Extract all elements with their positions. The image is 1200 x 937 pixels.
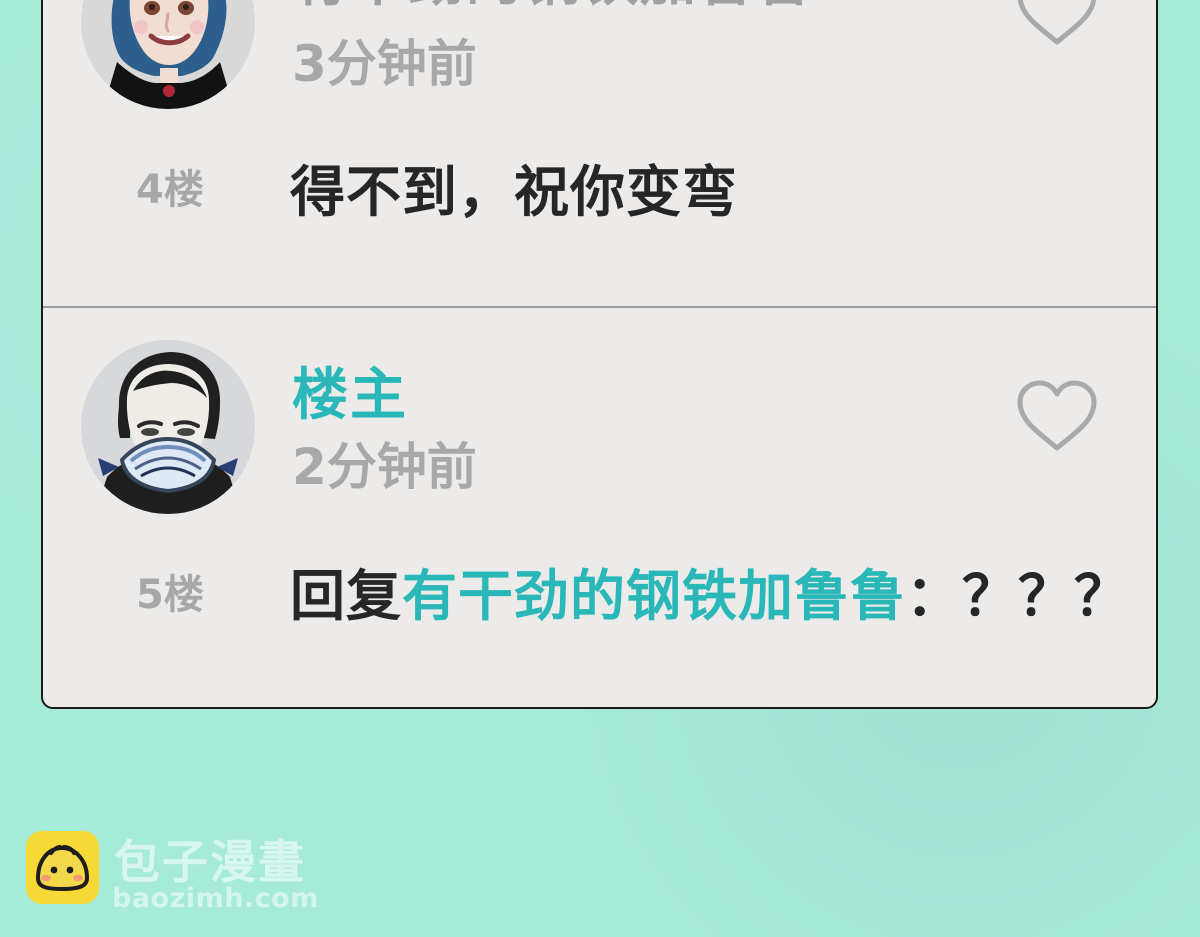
comment-card: 有干劲的钢铁加鲁鲁 3分钟前 4楼 得不到，祝你变弯 bbox=[41, 0, 1158, 709]
avatar[interactable] bbox=[81, 340, 255, 514]
comment-content: 回复有干劲的钢铁加鲁鲁：？？？ bbox=[290, 569, 1130, 624]
heart-icon bbox=[1017, 0, 1097, 45]
site-watermark: 包子漫畫 baozimh.com bbox=[26, 831, 326, 921]
reply-prefix: 回复 bbox=[290, 564, 403, 628]
girl-avatar-icon bbox=[81, 0, 255, 109]
avatar[interactable] bbox=[81, 0, 255, 109]
watermark-title: 包子漫畫 bbox=[114, 835, 306, 889]
comment-floor: 5楼 bbox=[136, 572, 204, 618]
comment-time: 3分钟前 bbox=[292, 35, 477, 93]
heart-icon bbox=[1017, 380, 1097, 451]
watermark-subtitle: baozimh.com bbox=[112, 883, 319, 914]
masked-man-avatar-icon bbox=[81, 340, 255, 514]
reply-suffix: ：？？？ bbox=[906, 564, 1131, 628]
like-button[interactable] bbox=[1014, 378, 1100, 455]
comment-floor: 4楼 bbox=[136, 167, 204, 213]
comment-item-5: 楼主 2分钟前 5楼 回复有干劲的钢铁加鲁鲁：？？？ bbox=[43, 308, 1156, 707]
bun-face-icon bbox=[26, 831, 99, 904]
comment-time: 2分钟前 bbox=[292, 438, 477, 496]
like-button[interactable] bbox=[1014, 0, 1100, 49]
watermark-logo bbox=[26, 831, 99, 904]
comment-author-name[interactable]: 有干劲的钢铁加鲁鲁 bbox=[292, 0, 814, 10]
reply-target-link[interactable]: 有干劲的钢铁加鲁鲁 bbox=[402, 564, 906, 628]
comment-item-4: 有干劲的钢铁加鲁鲁 3分钟前 4楼 得不到，祝你变弯 bbox=[43, 0, 1156, 306]
comment-content: 得不到，祝你变弯 bbox=[290, 160, 739, 224]
comment-author-name[interactable]: 楼主 bbox=[292, 368, 408, 424]
